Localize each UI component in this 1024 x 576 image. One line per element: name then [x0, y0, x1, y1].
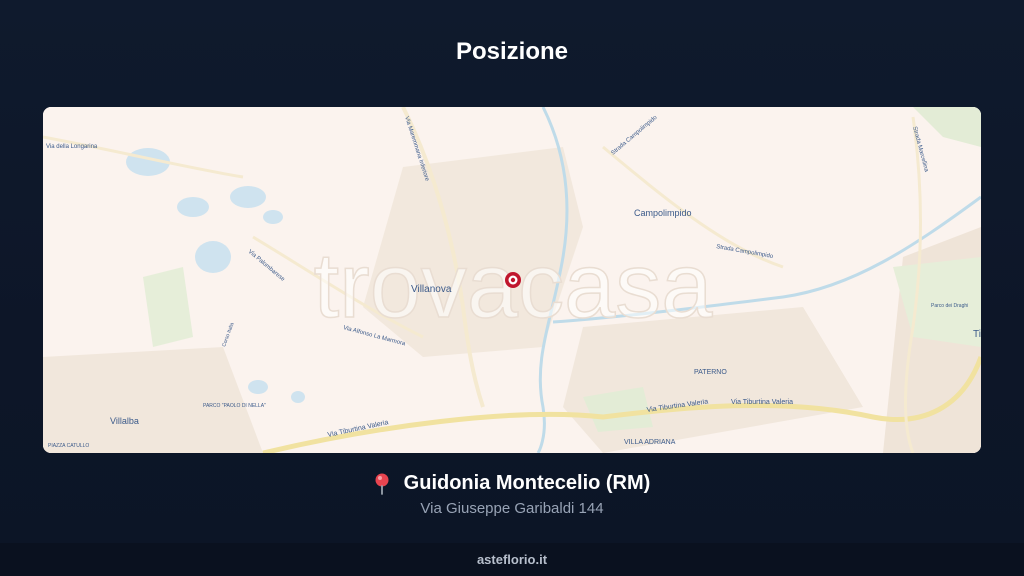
- page-title: Posizione: [455, 38, 569, 65]
- footer: asteflorio.it: [0, 543, 1024, 576]
- map-label-tivoli: Ti: [973, 329, 981, 340]
- location-address: Via Giuseppe Garibaldi 144: [420, 500, 604, 517]
- location-marker-icon[interactable]: [505, 272, 521, 288]
- pin-icon: [374, 473, 390, 495]
- lake: [230, 186, 266, 208]
- map-label-paterno: PATERNO: [694, 369, 727, 376]
- lake: [291, 391, 305, 403]
- map-canvas[interactable]: trovacasa Villanova Campolimpido PATERNO…: [43, 107, 981, 453]
- map-label-piazza: PIAZZA CATULLO: [48, 443, 89, 449]
- map-label-villanova: Villanova: [411, 284, 452, 295]
- lake: [195, 241, 231, 273]
- map-label-villalba: Villalba: [110, 416, 139, 426]
- lake: [263, 210, 283, 224]
- location-title-row: Guidonia Montecelio (RM): [0, 472, 1024, 495]
- map-label-tiburtina-3: Via Tiburtina Valeria: [731, 399, 793, 406]
- lake: [248, 380, 268, 394]
- map-label-parco-sud: Parco dei Draghi: [931, 303, 968, 309]
- map-view[interactable]: trovacasa Villanova Campolimpido PATERNO…: [43, 107, 981, 453]
- location-name: Guidonia Montecelio (RM): [403, 472, 651, 494]
- map-label-longarina: Via della Longarina: [46, 144, 98, 150]
- map-label-villa-adriana: VILLA ADRIANA: [624, 439, 676, 446]
- footer-site-link[interactable]: asteflorio.it: [477, 552, 547, 567]
- lake: [177, 197, 209, 217]
- map-label-parco: PARCO "PAOLO DI NELLA": [203, 403, 266, 409]
- map-label-campolimpido: Campolimpido: [634, 208, 692, 218]
